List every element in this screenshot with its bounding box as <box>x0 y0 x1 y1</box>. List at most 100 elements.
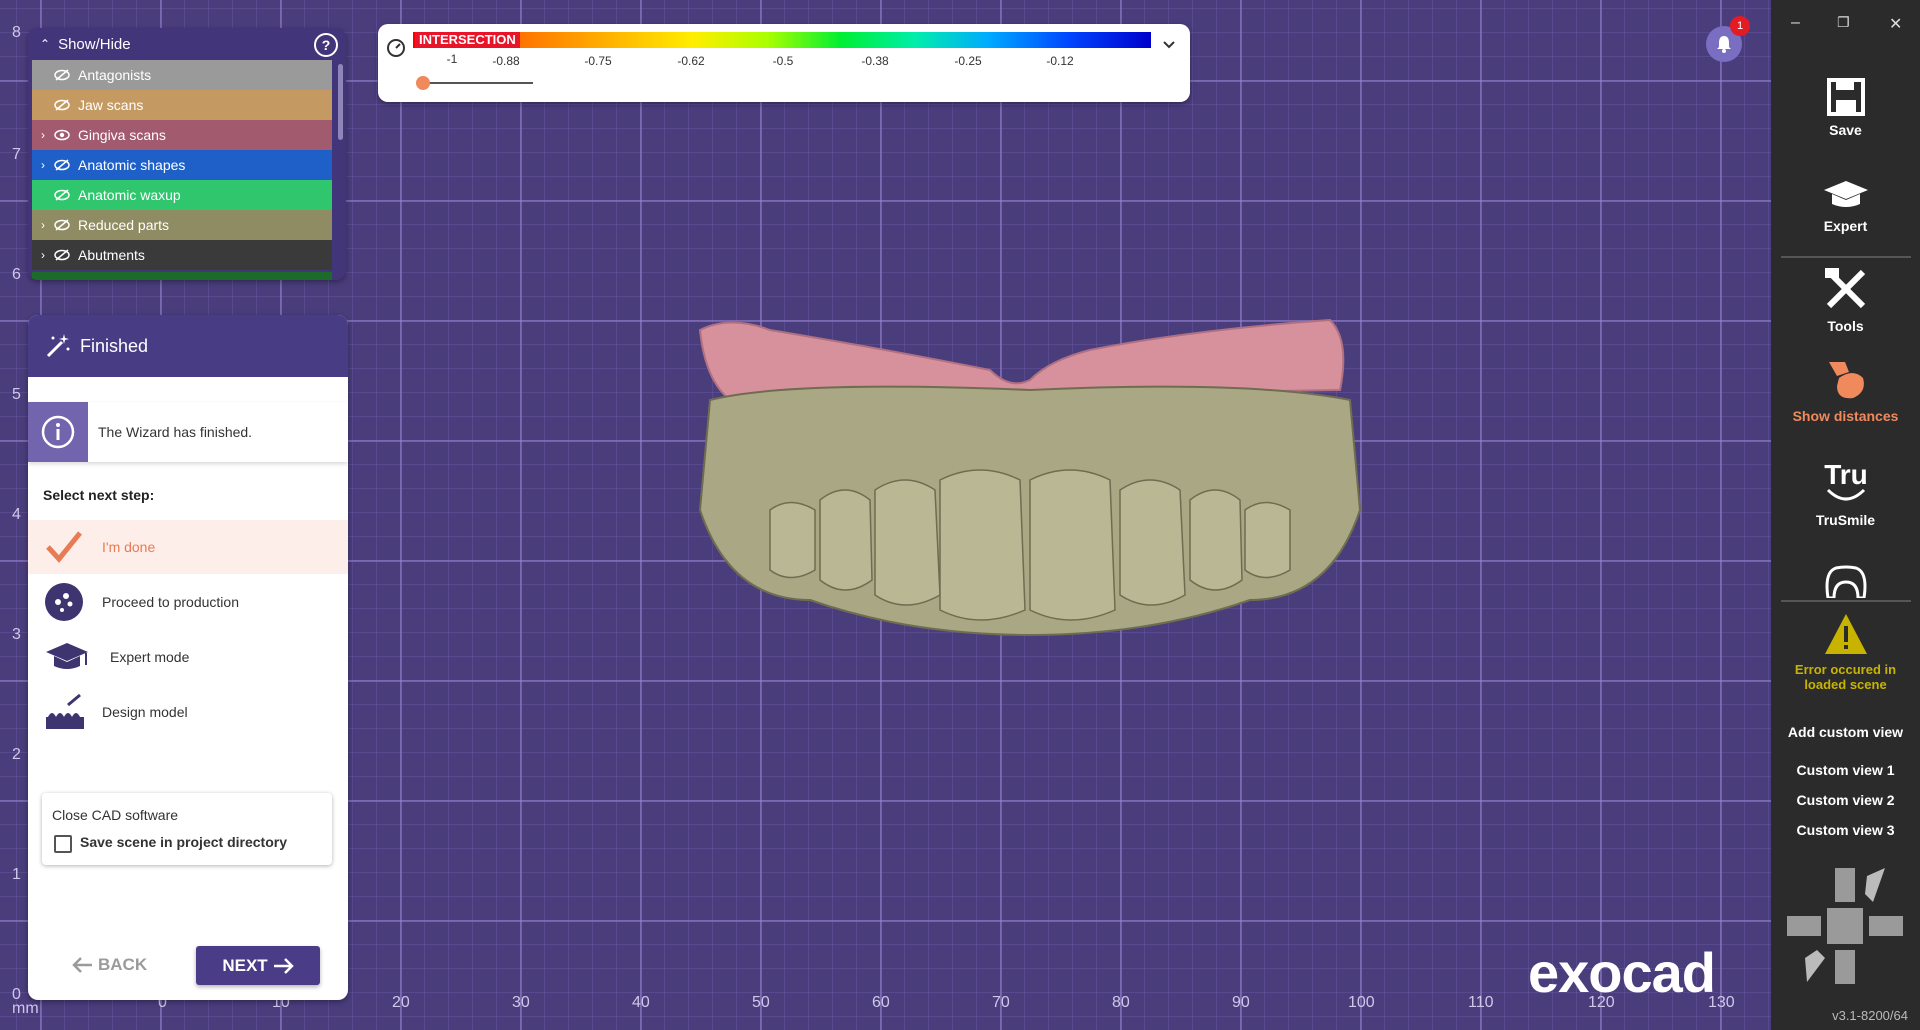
next-label: NEXT <box>222 955 268 975</box>
colorbar-tick: -0.88 <box>492 54 520 68</box>
eye-icon[interactable] <box>54 129 74 141</box>
ruler-bottom-label: 60 <box>872 994 890 1011</box>
gauge-icon[interactable] <box>386 38 406 58</box>
chevron-right-icon[interactable]: › <box>32 158 54 172</box>
show-distances-icon <box>1771 356 1920 402</box>
show-hide-title: Show/Hide <box>58 35 131 53</box>
add-custom-view-button[interactable]: Add custom view <box>1771 724 1920 740</box>
layer-label: Jaw scans <box>78 97 144 113</box>
threshold-slider-knob[interactable] <box>416 76 430 90</box>
trusmile-icon: Tru <box>1771 456 1920 506</box>
ruler-bottom-label: 40 <box>632 994 650 1011</box>
ruler-left-label: 7 <box>12 146 21 163</box>
chevron-right-icon[interactable]: › <box>32 218 54 232</box>
restore-icon[interactable]: ❐ <box>1837 14 1850 31</box>
layer-antagonists[interactable]: Antagonists <box>32 60 332 90</box>
tools-button[interactable]: Tools <box>1771 266 1920 334</box>
layer-anatomic-shapes[interactable]: › Anatomic shapes <box>32 150 332 180</box>
save-label: Save <box>1829 122 1862 138</box>
exocad-logo: exocad <box>1528 941 1716 1004</box>
minimize-icon[interactable]: – <box>1791 14 1800 32</box>
arrow-right-icon <box>273 957 294 974</box>
save-scene-checkbox[interactable] <box>54 835 72 853</box>
wizard-info: The Wizard has finished. <box>28 402 348 462</box>
layer-reduced-parts[interactable]: › Reduced parts <box>32 210 332 240</box>
error-scene-button[interactable]: Error occured in loaded scene <box>1771 612 1920 692</box>
eye-hidden-icon[interactable] <box>54 99 74 111</box>
back-label: BACK <box>98 955 148 974</box>
show-distances-button[interactable]: Show distances <box>1771 356 1920 424</box>
next-button[interactable]: NEXT <box>196 946 320 985</box>
info-icon <box>28 402 88 462</box>
tools-label: Tools <box>1827 318 1864 334</box>
intersection-colorbar: INTERSECTION -1 -0.88 -0.75 -0.62 -0.5 -… <box>378 24 1190 102</box>
option-proceed-to-production[interactable]: Proceed to production <box>28 575 348 629</box>
eye-hidden-icon[interactable] <box>54 249 74 261</box>
chevron-right-icon[interactable]: › <box>32 248 54 262</box>
ruler-left-label: 3 <box>12 626 21 643</box>
option-expert-mode[interactable]: Expert mode <box>28 630 348 684</box>
close-cad-box: Close CAD software Save scene in project… <box>42 793 332 865</box>
help-icon[interactable]: ? <box>314 33 338 57</box>
select-next-label: Select next step: <box>43 487 155 503</box>
dental-model[interactable] <box>690 310 1370 640</box>
expert-button[interactable]: Expert <box>1771 178 1920 234</box>
layer-anatomic-waxup[interactable]: Anatomic waxup <box>32 180 332 210</box>
ruler-bottom-label: 50 <box>752 994 770 1011</box>
color-gradient: INTERSECTION <box>413 32 1151 48</box>
trusmile-button[interactable]: Tru TruSmile <box>1771 456 1920 528</box>
graduation-cap-icon <box>44 640 102 674</box>
ruler-bottom-label: 30 <box>512 994 530 1011</box>
magic-wand-icon <box>46 334 70 358</box>
toolbar-divider <box>1781 600 1911 602</box>
threshold-slider-track[interactable] <box>423 82 533 84</box>
wizard-info-text: The Wizard has finished. <box>98 424 253 440</box>
version-label: v3.1-8200/64 <box>1832 1008 1908 1023</box>
close-icon[interactable]: ✕ <box>1889 14 1902 34</box>
layer-scrollbar[interactable] <box>338 64 343 140</box>
custom-view-3-button[interactable]: Custom view 3 <box>1771 822 1920 838</box>
layer-jaw-scans[interactable]: Jaw scans <box>32 90 332 120</box>
layer-label: Reduced parts <box>78 217 170 233</box>
eye-hidden-icon[interactable] <box>54 219 74 231</box>
design-model-icon <box>44 693 102 731</box>
show-hide-header[interactable]: ⌃ Show/Hide ? <box>28 28 346 60</box>
eye-hidden-icon[interactable] <box>54 159 74 171</box>
chevron-down-icon[interactable] <box>1162 40 1176 50</box>
eye-hidden-icon[interactable] <box>54 69 74 81</box>
wizard-title: Finished <box>80 335 149 356</box>
save-scene-label[interactable]: Save scene in project directory <box>80 834 287 850</box>
option-label: Proceed to production <box>102 594 239 610</box>
notification-button[interactable]: 1 <box>1706 16 1750 62</box>
option-label: Design model <box>102 704 188 720</box>
layer-abutments[interactable]: › Abutments <box>32 240 332 270</box>
layer-label: Antagonists <box>78 67 152 83</box>
back-button[interactable]: BACK <box>72 955 147 975</box>
ruler-bottom-label: 70 <box>992 994 1010 1011</box>
save-button[interactable]: Save <box>1771 78 1920 138</box>
graduation-cap-icon <box>1771 178 1920 212</box>
trusmile-label: TruSmile <box>1815 512 1876 528</box>
wizard-header: Finished <box>28 315 348 377</box>
tooth-icon <box>1771 562 1920 598</box>
ruler-left-label: 4 <box>12 506 21 523</box>
tools-icon <box>1771 266 1920 312</box>
custom-view-1-button[interactable]: Custom view 1 <box>1771 762 1920 778</box>
custom-view-2-button[interactable]: Custom view 2 <box>1771 792 1920 808</box>
colorbar-tick: -1 <box>446 52 458 66</box>
chevron-right-icon[interactable]: › <box>32 128 54 142</box>
colorbar-tick: -0.75 <box>584 54 612 68</box>
ruler-unit-label: mm <box>12 1000 39 1017</box>
ruler-left-label: 1 <box>12 866 21 883</box>
eye-hidden-icon[interactable] <box>54 189 74 201</box>
colorbar-tick: -0.38 <box>861 54 889 68</box>
option-design-model[interactable]: Design model <box>28 685 348 739</box>
view-cube-navigator[interactable] <box>1785 866 1905 986</box>
arrow-left-icon <box>72 957 92 973</box>
tooth-icon-button[interactable] <box>1771 562 1920 604</box>
ruler-left-label: 8 <box>12 24 21 41</box>
layer-label: Anatomic shapes <box>78 157 186 173</box>
layer-gingiva-scans[interactable]: › Gingiva scans <box>32 120 332 150</box>
bell-icon <box>1717 36 1731 53</box>
option-im-done[interactable]: I'm done <box>28 520 348 574</box>
